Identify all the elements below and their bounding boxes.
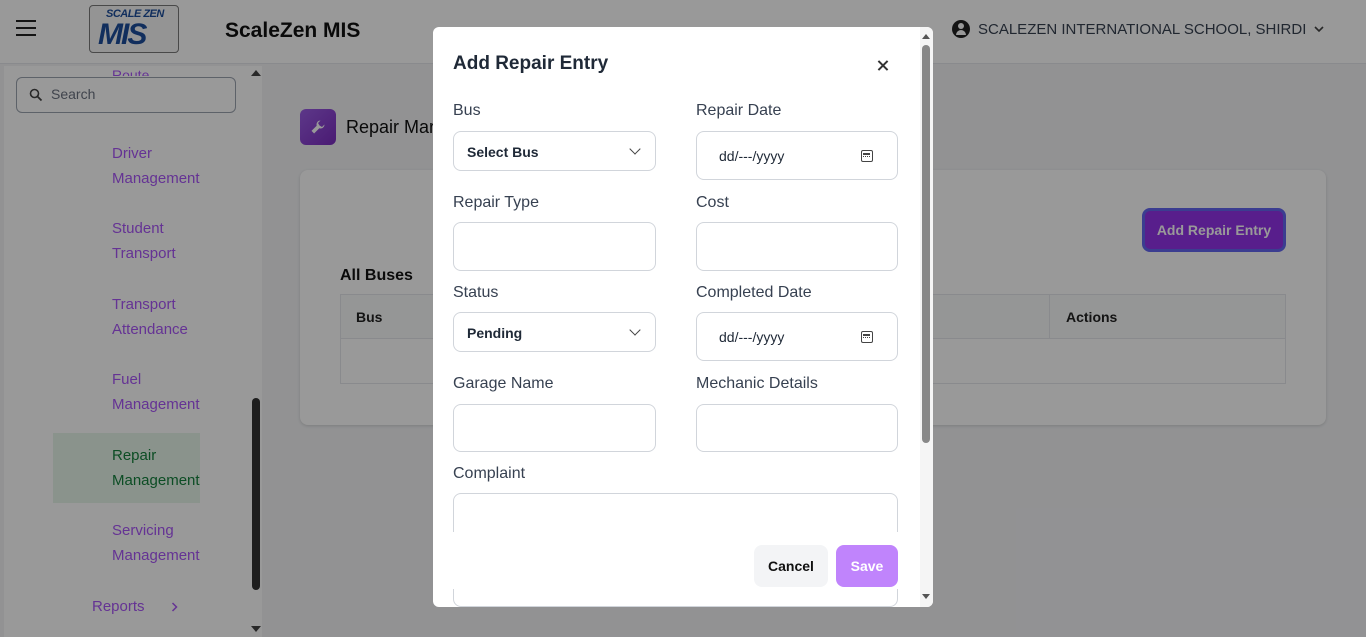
modal-title: Add Repair Entry — [453, 53, 609, 74]
repair-date-label: Repair Date — [696, 102, 782, 119]
cost-label: Cost — [696, 194, 729, 211]
cost-input[interactable] — [696, 222, 898, 271]
complaint-label: Complaint — [453, 465, 526, 482]
add-repair-entry-modal: Add Repair Entry Bus Select Bus Repair D… — [433, 27, 933, 607]
calendar-icon[interactable] — [861, 150, 873, 162]
cancel-button[interactable]: Cancel — [754, 545, 828, 587]
chevron-down-icon — [629, 324, 641, 336]
bus-label: Bus — [453, 102, 481, 119]
completed-date-input[interactable]: dd/---/yyyy — [696, 312, 898, 361]
bus-select[interactable]: Select Bus — [453, 131, 656, 171]
close-icon[interactable] — [873, 56, 893, 76]
repair-date-value: dd/---/yyyy — [719, 148, 785, 164]
garage-name-input[interactable] — [453, 404, 656, 452]
repair-date-input[interactable]: dd/---/yyyy — [696, 131, 898, 180]
status-select-value: Pending — [467, 325, 523, 341]
save-button[interactable]: Save — [836, 545, 898, 587]
chevron-down-icon — [629, 143, 641, 155]
scroll-down-icon[interactable] — [922, 594, 930, 599]
repair-type-input[interactable] — [453, 222, 656, 271]
status-select[interactable]: Pending — [453, 312, 656, 352]
mechanic-details-label: Mechanic Details — [696, 375, 818, 392]
repair-type-label: Repair Type — [453, 194, 539, 211]
garage-name-label: Garage Name — [453, 375, 554, 392]
scrollbar-thumb[interactable] — [922, 45, 930, 443]
status-label: Status — [453, 284, 499, 301]
scroll-up-icon[interactable] — [922, 34, 930, 39]
modal-scrollbar[interactable] — [920, 27, 933, 607]
completed-date-label: Completed Date — [696, 284, 812, 301]
calendar-icon[interactable] — [861, 331, 873, 343]
completed-date-value: dd/---/yyyy — [719, 329, 785, 345]
mechanic-details-input[interactable] — [696, 404, 898, 452]
bus-select-value: Select Bus — [467, 144, 539, 160]
